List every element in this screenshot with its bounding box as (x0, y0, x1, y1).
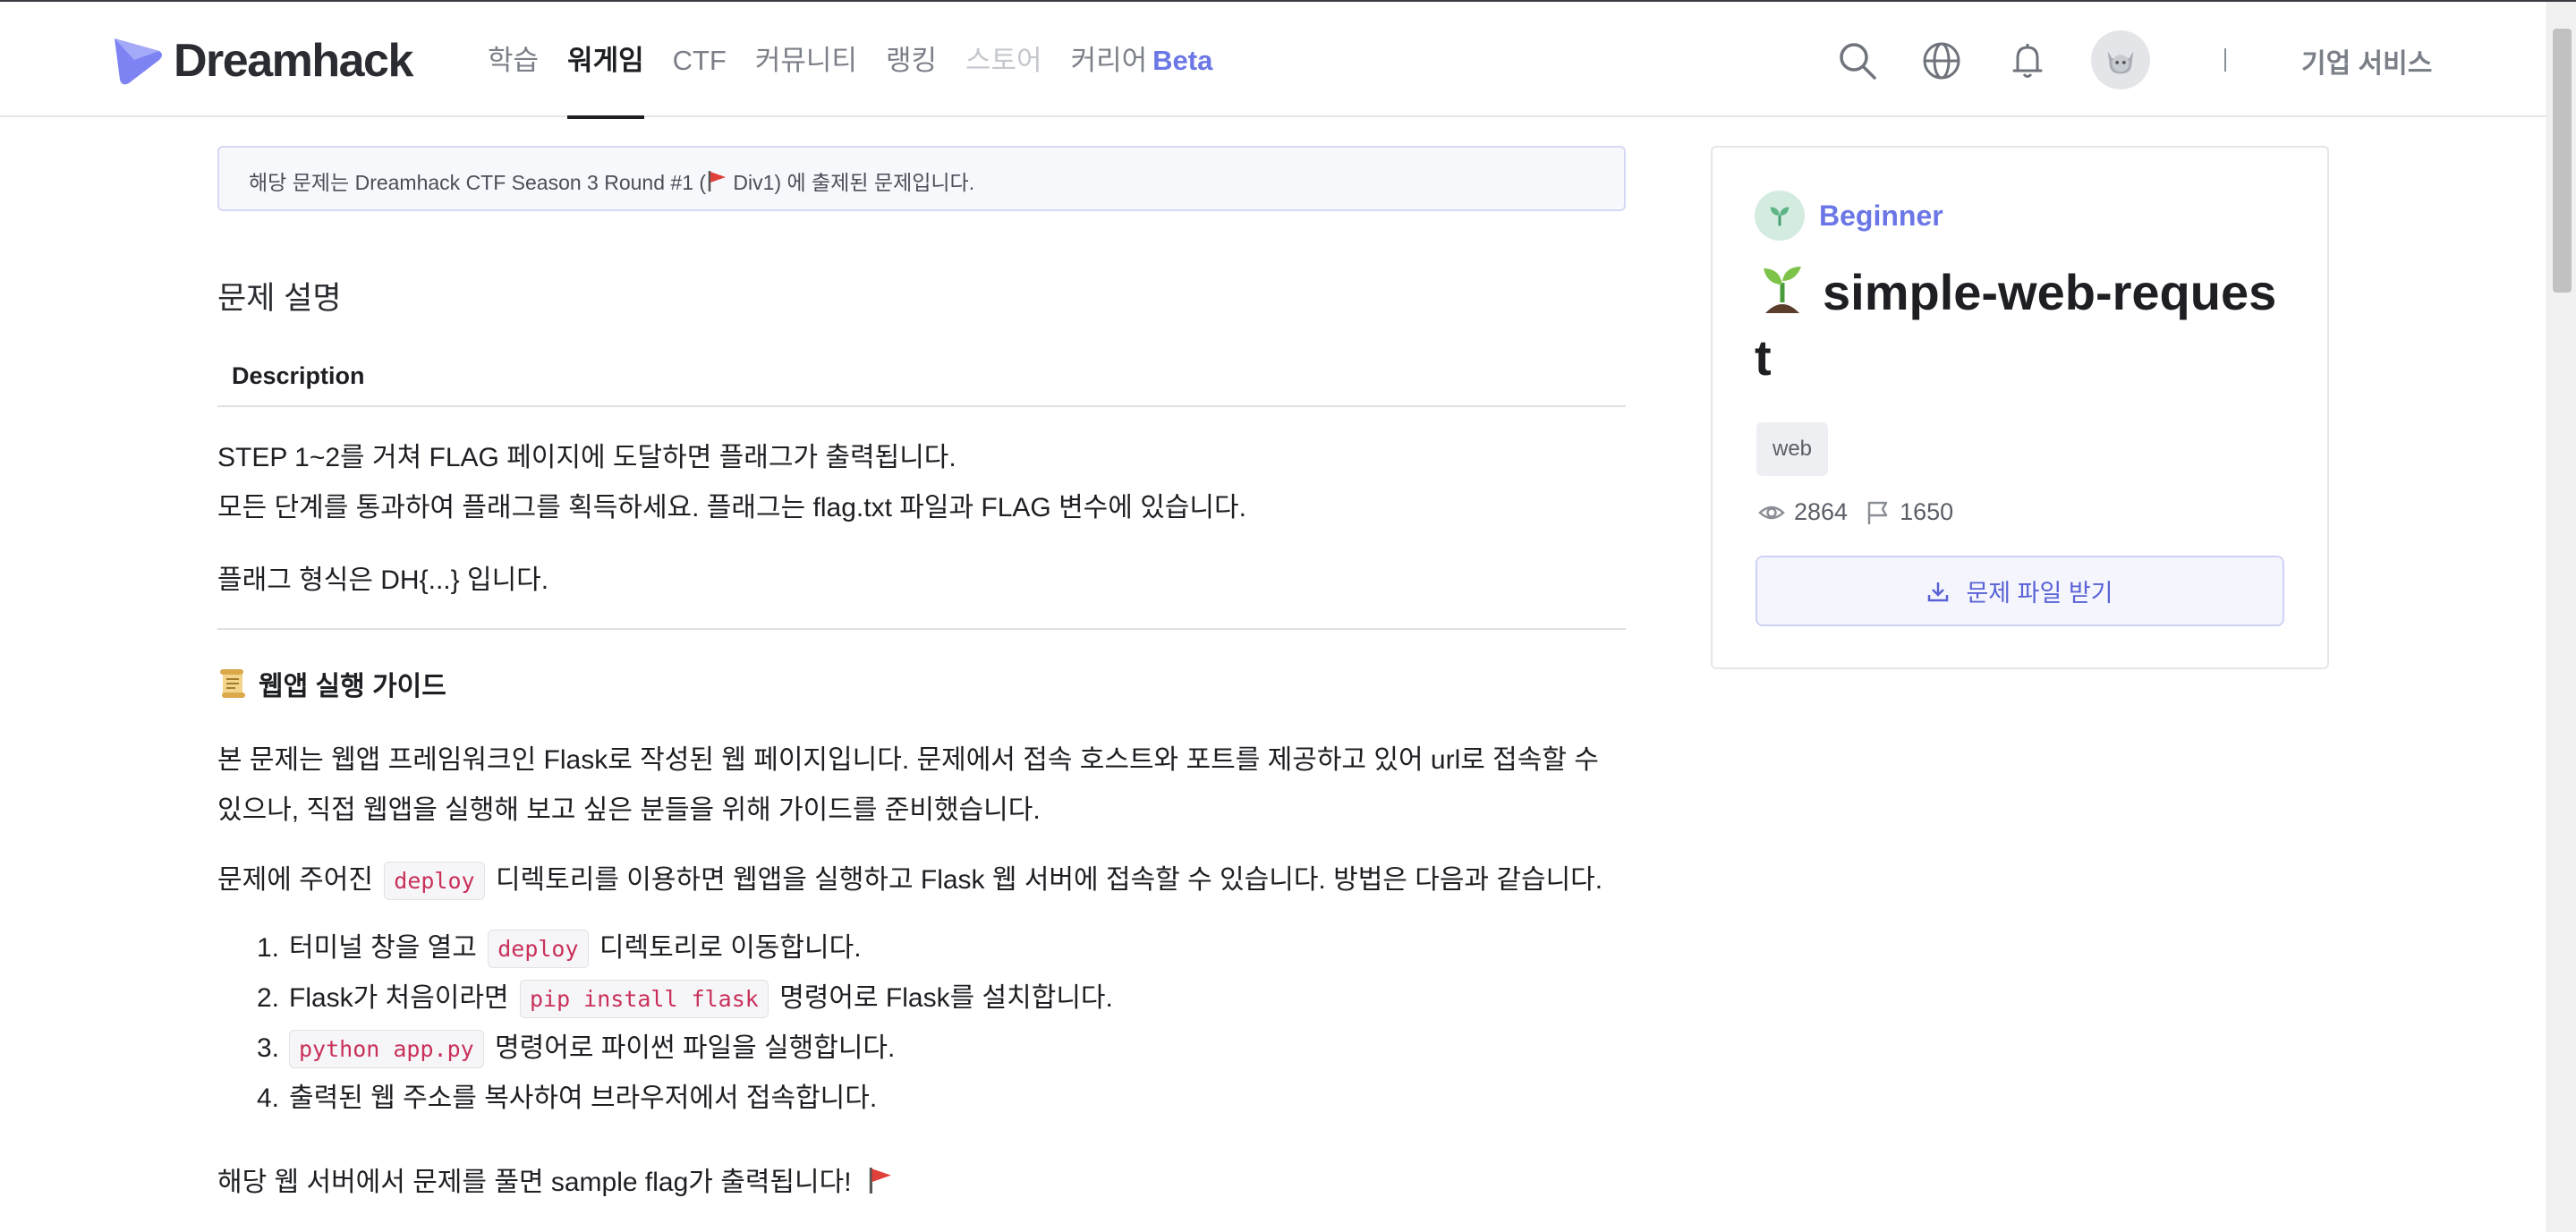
nav-ctf[interactable]: CTF (673, 41, 727, 81)
eye-icon (1758, 506, 1785, 519)
description-line-2: 모든 단계를 통과하여 플래그를 획득하세요. 플래그는 flag.txt 파일… (217, 493, 1246, 523)
scrollbar-thumb[interactable] (2553, 29, 2572, 293)
step-text: 명령어로 Flask를 설치합니다. (779, 983, 1113, 1013)
nav-career[interactable]: 커리어 Beta (1071, 41, 1213, 81)
red-flag-icon (869, 1168, 891, 1194)
dreamhack-logo[interactable]: Dreamhack (111, 34, 413, 88)
guide-p2-after: 디렉토리를 이용하면 웹앱을 실행하고 Flask 웹 서버에 접속할 수 있습… (495, 865, 1603, 895)
challenge-title-text: simple-web-request (1755, 264, 2277, 386)
challenge-title: simple-web-request (1755, 259, 2291, 390)
top-navbar: Dreamhack 학습 워게임 CTF 커뮤니티 랭킹 스토어 커리어 Beta (0, 2, 2546, 119)
problem-description-title: 문제 설명 (217, 281, 342, 316)
closing-line: 해당 웹 서버에서 문제를 풀면 sample flag가 출력됩니다! (217, 1160, 893, 1199)
guide-paragraph-2: 문제에 주어진 deploy 디렉토리를 이용하면 웹앱을 실행하고 Flask… (217, 857, 1603, 900)
guide-paragraph-line-2: 있으나, 직접 웹앱을 실행해 보고 싶은 분들을 위해 가이드를 준비했습니다… (217, 795, 1041, 825)
description-heading: Description (232, 362, 365, 389)
header-separator (2224, 48, 2226, 72)
leaf-icon (1770, 207, 1790, 226)
inline-code: deploy (488, 930, 589, 968)
guide-heading: 웹앱 실행 가이드 (217, 664, 446, 703)
inline-code-deploy: deploy (384, 862, 485, 900)
sprout-level-icon (1755, 191, 1805, 241)
avatar-icon (2107, 51, 2134, 74)
notice-text-after: Div1) 에 출제된 문제입니다. (727, 171, 975, 194)
page-scrollbar[interactable] (2546, 2, 2576, 1232)
inline-code: python app.py (289, 1030, 484, 1068)
nav-ranking[interactable]: 랭킹 (886, 41, 937, 81)
step-text: 디렉토리로 이동합니다. (599, 933, 862, 963)
red-flag-icon (708, 171, 727, 191)
step-text: 터미널 창을 열고 (289, 933, 477, 963)
description-line-1: STEP 1~2를 거쳐 FLAG 페이지에 도달하면 플래그가 출력됩니다. (217, 443, 956, 472)
search-icon (1840, 43, 1876, 80)
flag-outline-icon (1867, 501, 1888, 524)
step-text: 명령어로 파이썬 파일을 실행합니다. (495, 1033, 896, 1063)
solves-stat: 1650 (1864, 498, 1953, 526)
guide-title-text: 웹앱 실행 가이드 (259, 672, 446, 701)
guide-p2-before: 문제에 주어진 (217, 865, 373, 895)
download-label: 문제 파일 받기 (1966, 580, 2113, 607)
download-icon (1928, 582, 1949, 601)
main-nav: 학습 워게임 CTF 커뮤니티 랭킹 스토어 커리어 Beta (488, 41, 1241, 119)
dreamhack-logo-icon (115, 38, 162, 85)
closing-text: 해당 웹 서버에서 문제를 풀면 sample flag가 출력됩니다! (217, 1168, 852, 1197)
list-item: 2. Flask가 처음이라면 pip install flask 명령어로 Fl… (257, 979, 1113, 1029)
inline-code: pip install flask (519, 980, 769, 1018)
beta-badge: Beta (1152, 45, 1213, 76)
divider (217, 405, 1626, 407)
list-item: 3. python app.py 명령어로 파이썬 파일을 실행합니다. (257, 1029, 1113, 1079)
notification-button[interactable] (2004, 38, 2051, 84)
nav-career-label: 커리어 (1070, 45, 1148, 76)
step-number: 4. (257, 1083, 280, 1113)
nav-store[interactable]: 스토어 (965, 41, 1042, 81)
scroll-icon (220, 669, 245, 698)
search-button[interactable] (1834, 38, 1881, 84)
category-tag[interactable]: web (1756, 422, 1829, 476)
ctf-notice-banner: 해당 문제는 Dreamhack CTF Season 3 Round #1 (… (217, 146, 1626, 211)
notice-text-before: 해당 문제는 Dreamhack CTF Season 3 Round #1 ( (249, 171, 707, 194)
language-button[interactable] (1918, 38, 1965, 84)
guide-steps-list: 1. 터미널 창을 열고 deploy 디렉토리로 이동합니다. 2. Flask가… (257, 929, 1113, 1129)
nav-wargame[interactable]: 워게임 (567, 41, 644, 119)
flag-format-text: 플래그 형식은 DH{...} 입니다. (217, 565, 549, 595)
solves-count: 1650 (1900, 498, 1954, 525)
views-count: 2864 (1794, 498, 1849, 525)
divider (217, 628, 1626, 630)
bell-icon (2012, 44, 2043, 78)
download-files-button[interactable]: 문제 파일 받기 (1756, 556, 2284, 626)
step-text: Flask가 처음이라면 (289, 983, 509, 1013)
difficulty-level: Beginner (1755, 191, 1943, 241)
challenge-stats: 2864 1650 (1758, 498, 1969, 526)
guide-paragraph-line-1: 본 문제는 웹앱 프레임워크인 Flask로 작성된 웹 페이지입니다. 문제에… (217, 745, 1599, 775)
logo-text: Dreamhack (174, 35, 413, 87)
nav-community[interactable]: 커뮤니티 (755, 41, 857, 81)
seedling-icon (1764, 267, 1801, 313)
user-avatar[interactable] (2091, 30, 2150, 89)
list-item: 1. 터미널 창을 열고 deploy 디렉토리로 이동합니다. (257, 929, 1113, 979)
step-number: 3. (257, 1033, 280, 1063)
challenge-info-card: Beginner simple-web-request web 2864 165… (1711, 146, 2329, 669)
step-text: 출력된 웹 주소를 복사하여 브라우저에서 접속합니다. (289, 1083, 878, 1113)
views-stat: 2864 (1758, 498, 1848, 526)
step-number: 1. (257, 933, 280, 963)
nav-learn[interactable]: 학습 (488, 41, 539, 81)
step-number: 2. (257, 983, 280, 1013)
list-item: 4. 출력된 웹 주소를 복사하여 브라우저에서 접속합니다. (257, 1079, 1113, 1129)
globe-icon (1923, 42, 1960, 80)
business-service-link[interactable]: 기업 서비스 (2301, 41, 2432, 81)
level-label: Beginner (1819, 199, 1943, 232)
